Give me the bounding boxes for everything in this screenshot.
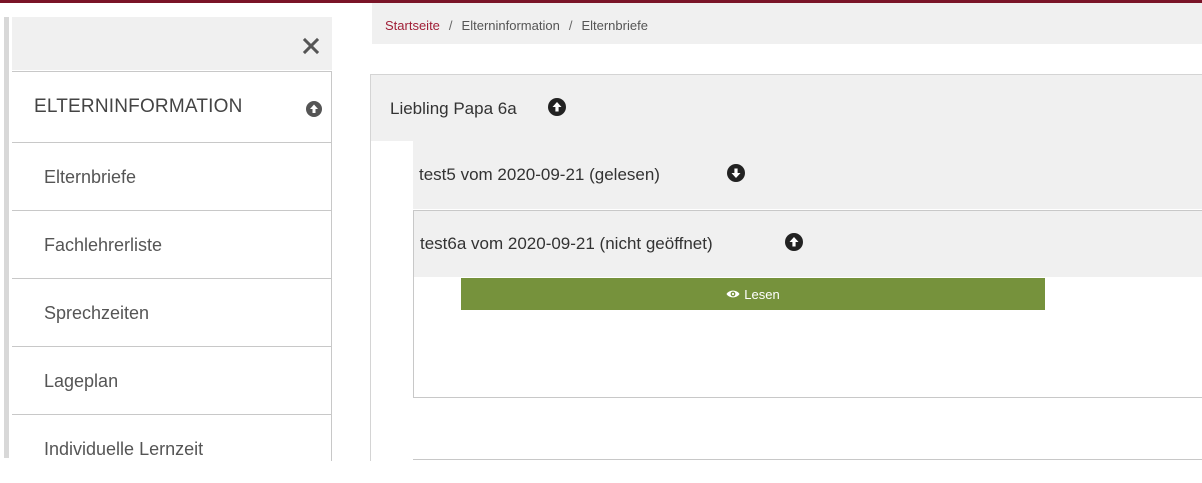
breadcrumb-item-elterninformation: Elterninformation (461, 18, 560, 33)
letter-item-expanded: test6a vom 2020-09-21 (nicht geöffnet) L… (413, 210, 1202, 398)
letter-item[interactable]: test5 vom 2020-09-21 (gelesen) (413, 141, 1202, 209)
circle-arrow-up-icon[interactable] (548, 98, 566, 116)
breadcrumb-link-startseite[interactable]: Startseite (385, 18, 440, 33)
sidebar-section-label: ELTERNINFORMATION (34, 96, 243, 117)
close-sidebar-button[interactable] (298, 33, 324, 59)
sidebar-item-lageplan[interactable]: Lageplan (12, 347, 332, 415)
sidebar-item-label: Lageplan (44, 371, 119, 391)
sidebar-scrollbar[interactable] (4, 17, 9, 458)
breadcrumb-item-elternbriefe: Elternbriefe (581, 18, 648, 33)
letter-title: test5 vom 2020-09-21 (gelesen) (419, 165, 660, 184)
sidebar-item-label: Fachlehrerliste (44, 235, 163, 255)
read-button-label: Lesen (744, 286, 780, 302)
group-title: Liebling Papa 6a (390, 99, 517, 119)
group-title-text: Liebling Papa 6a (390, 99, 517, 118)
sidebar-divider (331, 71, 332, 461)
sidebar-section-elterninformation[interactable]: ELTERNINFORMATION (12, 71, 332, 143)
breadcrumb-separator: / (448, 18, 453, 33)
circle-arrow-up-icon[interactable] (306, 101, 322, 117)
letter-list-divider (413, 459, 1202, 460)
read-letter-button[interactable]: Lesen (461, 278, 1045, 310)
group-header[interactable]: Liebling Papa 6a (371, 75, 1202, 141)
breadcrumb: Startseite / Elterninformation / Elternbrief… (372, 3, 1202, 44)
letter-title: test6a vom 2020-09-21 (nicht geöffnet) (420, 234, 713, 253)
circle-arrow-down-icon[interactable] (727, 164, 745, 182)
sidebar-item-label: Sprechzeiten (44, 303, 150, 323)
breadcrumb-separator: / (568, 18, 573, 33)
sidebar-item-label: Individuelle Lernzeit (44, 439, 204, 459)
letter-header[interactable]: test6a vom 2020-09-21 (nicht geöffnet) (414, 211, 1202, 277)
sidebar-item-fachlehrerliste[interactable]: Fachlehrerliste (12, 211, 332, 279)
close-icon (302, 37, 320, 55)
circle-arrow-up-icon[interactable] (785, 233, 803, 251)
eye-icon (726, 290, 740, 298)
sidebar-header (12, 17, 332, 70)
sidebar-item-label: Elternbriefe (44, 167, 137, 187)
sidebar-item-elternbriefe[interactable]: Elternbriefe (12, 143, 332, 211)
sidebar-item-sprechzeiten[interactable]: Sprechzeiten (12, 279, 332, 347)
sidebar-item-individuelle-lernzeit[interactable]: Individuelle Lernzeit (12, 415, 332, 483)
